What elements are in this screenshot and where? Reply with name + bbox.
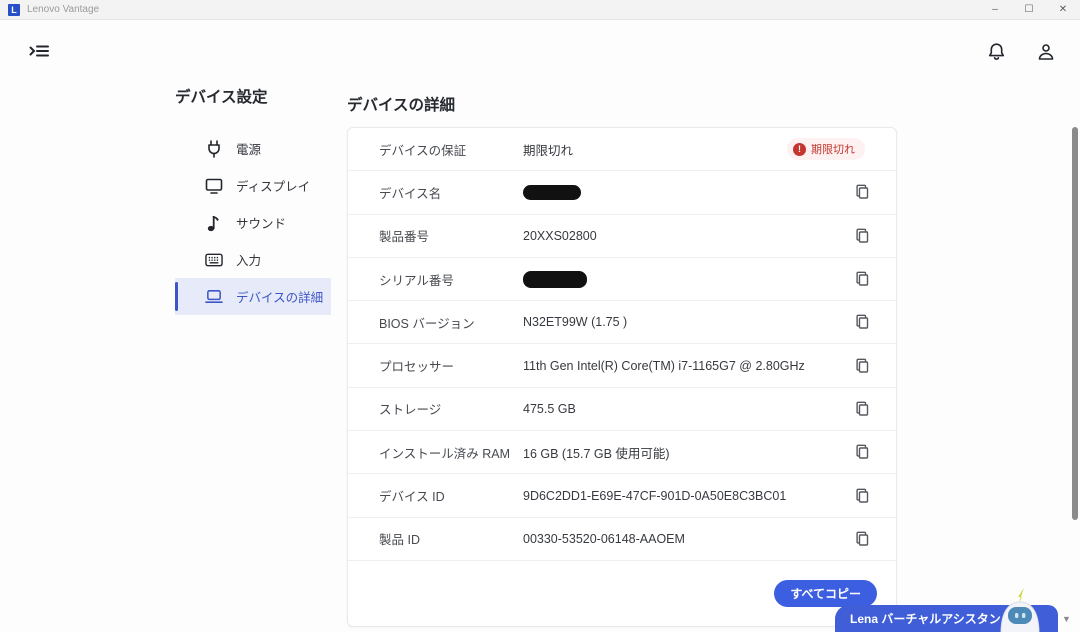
table-row: シリアル番号 [348,258,896,302]
display-icon [205,177,223,195]
sidebar-item-label: デバイスの詳細 [236,291,324,305]
row-label: インストール済み RAM [379,446,511,461]
row-value: 11th Gen Intel(R) Core(TM) i7-1165G7 @ 2… [523,358,805,373]
copy-icon[interactable] [849,179,875,205]
laptop-icon [205,288,223,306]
device-details-card: デバイスの保証 期限切れ! 期限切れデバイス名製品番号 20XXS02800 シリアル番… [347,127,897,627]
copy-icon[interactable] [849,309,875,335]
row-value: 00330-53520-06148-AAOEM [523,531,685,546]
maximize-button[interactable]: ☐ [1012,0,1046,19]
row-value [523,270,896,288]
table-row: デバイス ID 9D6C2DD1-E69E-47CF-901D-0A50E8C3B… [348,474,896,518]
copy-icon[interactable] [849,396,875,422]
row-label: デバイス ID [379,490,445,505]
scroll-down-arrow-icon[interactable]: ▼ [1062,614,1071,624]
badge-label: 期限切れ [811,144,855,157]
copy-icon[interactable] [849,223,875,249]
copy-all-button[interactable]: すべてコピー [774,579,877,607]
copy-icon[interactable] [849,483,875,509]
row-label: デバイスの保証 [379,143,467,158]
table-row: デバイス名 [348,171,896,215]
account-person-icon[interactable] [1036,42,1056,66]
titlebar: L Lenovo Vantage – ☐ ✕ [0,0,1080,20]
copy-icon[interactable] [849,266,875,292]
row-value: N32ET99W (1.75 ) [523,315,628,330]
sidebar-item-label: ディスプレイ [236,180,311,194]
assistant-label: Lena バーチャルアシスタント [850,612,1013,626]
redacted-value [523,185,581,201]
row-label: シリアル番号 [379,273,454,288]
copy-icon[interactable] [849,526,875,552]
sidebar-item-3[interactable]: 入力 [175,241,331,278]
row-value [523,185,896,201]
virtual-assistant-bar[interactable]: Lena バーチャルアシスタント [835,588,1058,632]
sound-icon [205,214,223,232]
minimize-button[interactable]: – [978,0,1012,19]
sidebar-item-label: 電源 [236,143,262,157]
sidebar-item-1[interactable]: ディスプレイ [175,167,331,204]
row-value: 16 GB (15.7 GB 使用可能) [523,446,670,461]
row-label: BIOS バージョン [379,316,475,331]
scrollbar-thumb[interactable] [1072,127,1078,520]
row-label: 製品番号 [379,230,430,245]
row-label: ストレージ [379,403,442,418]
lenovo-logo-icon: L [8,3,20,16]
page-title: デバイスの詳細 [347,97,456,114]
row-value: 9D6C2DD1-E69E-47CF-901D-0A50E8C3BC01 [523,488,787,503]
copy-icon[interactable] [849,353,875,379]
redacted-value [523,270,587,288]
power-icon [205,139,223,158]
keyboard-icon [205,251,223,269]
table-row: ストレージ 475.5 GB [348,388,896,432]
table-row: プロセッサー 11th Gen Intel(R) Core(TM) i7-1165… [348,344,896,388]
row-label: デバイス名 [379,186,442,201]
row-label: 製品 ID [379,533,420,548]
table-row: デバイスの保証 期限切れ! 期限切れ [348,128,896,172]
notification-bell-icon[interactable] [987,42,1006,66]
sidebar-title: デバイス設定 [175,89,268,106]
sidebar-item-label: サウンド [236,217,287,231]
table-row: 製品 ID 00330-53520-06148-AAOEM [348,518,896,561]
table-row: BIOS バージョン N32ET99W (1.75 ) [348,301,896,345]
row-value: 20XXS02800 [523,228,597,243]
app-title: Lenovo Vantage [27,4,100,15]
row-label: プロセッサー [379,360,455,375]
sidebar-item-4[interactable]: デバイスの詳細 [175,278,331,315]
row-value: 475.5 GB [523,401,576,416]
warranty-expired-badge: ! 期限切れ [787,138,865,161]
card-footer: すべてコピー [348,561,896,626]
copy-icon[interactable] [849,439,875,465]
table-row: 製品番号 20XXS02800 [348,215,896,258]
expand-menu-icon[interactable] [29,42,49,65]
alert-icon: ! [793,142,806,156]
details-table: デバイスの保証 期限切れ! 期限切れデバイス名製品番号 20XXS02800 シリアル番… [348,128,896,561]
sidebar-item-2[interactable]: サウンド [175,204,331,241]
sidebar-item-0[interactable]: 電源 [175,130,331,167]
close-button[interactable]: ✕ [1046,0,1080,19]
sidebar-item-label: 入力 [236,254,262,268]
sidebar-nav: 電源ディスプレイ サウンド入力デバイスの詳細 [175,130,331,315]
table-row: インストール済み RAM 16 GB (15.7 GB 使用可能) [348,431,896,475]
